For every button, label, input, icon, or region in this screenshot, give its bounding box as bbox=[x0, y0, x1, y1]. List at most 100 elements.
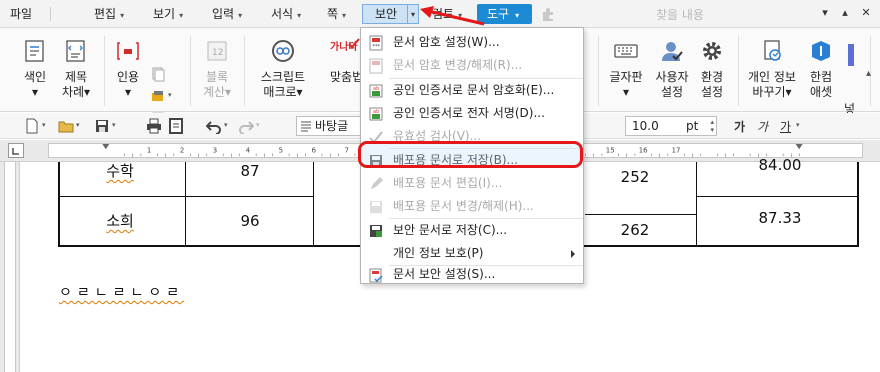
underline-button[interactable]: 가 bbox=[780, 118, 791, 135]
search-input[interactable]: 찾을 내용 bbox=[656, 6, 704, 23]
menu-item-edit-distribution[interactable]: 배포용 문서 편집(I)... bbox=[361, 172, 583, 195]
vertical-ruler[interactable] bbox=[0, 162, 20, 372]
menu-security[interactable]: 보안 bbox=[362, 4, 408, 24]
undo-icon[interactable] bbox=[206, 118, 222, 134]
toc-icon bbox=[66, 40, 85, 62]
search-up-icon[interactable]: ▴ bbox=[837, 4, 853, 22]
ruler-tab-selector[interactable] bbox=[8, 143, 24, 158]
redo-dropdown[interactable]: ▾ bbox=[256, 121, 260, 129]
ruler-number: 3 bbox=[213, 147, 217, 155]
menu-edit[interactable]: 편집 ▾ bbox=[94, 5, 124, 23]
ruler-left-indent-marker[interactable] bbox=[102, 144, 110, 150]
privacy-change-button[interactable]: 개인 정보 바꾸기▾ bbox=[744, 28, 800, 112]
bold-button[interactable]: 가 bbox=[734, 118, 745, 135]
highlight-pen-icon[interactable] bbox=[150, 88, 166, 104]
underline-dropdown[interactable]: ▾ bbox=[796, 121, 800, 129]
table-cell[interactable]: 소희 bbox=[90, 210, 150, 231]
svg-text:ab: ab bbox=[373, 86, 379, 92]
menu-item-cert-encrypt[interactable]: ab 공인 인증서로 문서 암호화(E)... bbox=[361, 79, 583, 102]
table-cell[interactable]: 262 bbox=[605, 221, 665, 239]
ribbon-separator bbox=[244, 36, 245, 106]
citation-button[interactable]: 인용 ▾ bbox=[110, 28, 146, 112]
ribbon-collapse-icon[interactable]: ▴ bbox=[866, 68, 871, 79]
table-cell[interactable]: 96 bbox=[220, 212, 280, 230]
spellcheck-button[interactable]: 가나다 맞춤법 bbox=[328, 28, 362, 112]
table-cell[interactable]: 87.33 bbox=[750, 209, 810, 227]
print-icon[interactable] bbox=[146, 118, 162, 134]
font-size-spinner[interactable]: ▴ ▾ bbox=[710, 118, 714, 134]
addon-icon[interactable] bbox=[540, 6, 556, 22]
menu-item-set-password[interactable]: *** 문서 암호 설정(W)... bbox=[361, 31, 583, 54]
redo-icon[interactable] bbox=[238, 118, 254, 134]
annotation-highlight-ring bbox=[358, 141, 583, 168]
save-dropdown[interactable]: ▾ bbox=[112, 121, 116, 129]
vertical-ruler-strip bbox=[4, 162, 16, 372]
security-settings-icon bbox=[369, 268, 383, 283]
menu-separator bbox=[50, 7, 51, 21]
citation-icon bbox=[117, 42, 139, 60]
body-text[interactable]: ㅇㄹㄴㄹㄴㅇㄹ bbox=[59, 282, 184, 302]
menu-view[interactable]: 보기 ▾ bbox=[153, 5, 183, 23]
table-row-line bbox=[696, 196, 859, 197]
table-cell[interactable]: 252 bbox=[605, 168, 665, 186]
menu-format[interactable]: 서식 ▾ bbox=[271, 5, 301, 23]
certificate-encrypt-icon: ab bbox=[369, 84, 383, 98]
italic-button[interactable]: 가 bbox=[757, 118, 768, 135]
script-macro-button[interactable]: 스크립트 매크로▾ bbox=[254, 28, 312, 112]
close-icon[interactable]: ✕ bbox=[858, 4, 874, 22]
password-change-icon bbox=[369, 58, 383, 74]
svg-text:ab: ab bbox=[373, 109, 379, 115]
ribbon-separator bbox=[598, 36, 599, 106]
new-document-dropdown[interactable]: ▾ bbox=[42, 121, 46, 129]
gear-icon bbox=[703, 42, 721, 60]
highlight-dropdown[interactable]: ▾ bbox=[168, 91, 172, 99]
new-document-icon[interactable] bbox=[24, 118, 40, 134]
script-macro-label: 스크립트 매크로▾ bbox=[260, 70, 306, 99]
open-folder-icon[interactable] bbox=[58, 118, 74, 134]
table-cell[interactable]: 84.00 bbox=[750, 156, 810, 174]
menu-item-privacy-protection[interactable]: 개인 정보 보호(P) bbox=[361, 242, 583, 265]
save-icon[interactable] bbox=[94, 118, 110, 134]
search-down-icon[interactable]: ▾ bbox=[817, 4, 833, 22]
font-size-unit: pt bbox=[686, 119, 699, 133]
font-size-combo[interactable]: 10.0 pt ▴ ▾ bbox=[625, 116, 717, 136]
menu-page[interactable]: 쪽 ▾ bbox=[327, 5, 346, 23]
block-calc-button[interactable]: 12 블록 계산▾ bbox=[196, 28, 238, 112]
menu-item-save-secure[interactable]: 보안 문서로 저장(C)... bbox=[361, 219, 583, 242]
menu-file[interactable]: 파일 bbox=[10, 5, 32, 23]
menu-item-change-password[interactable]: 문서 암호 변경/해제(R)... bbox=[361, 54, 583, 77]
menu-item-change-distribution[interactable]: 배포용 문서 변경/해제(H)... bbox=[361, 195, 583, 218]
keyboard-button[interactable]: 글자판 ▾ bbox=[604, 28, 648, 112]
undo-dropdown[interactable]: ▾ bbox=[224, 121, 228, 129]
ribbon-partial-icon[interactable] bbox=[846, 44, 856, 66]
annotation-arrow-icon bbox=[420, 6, 485, 26]
ruler-right-indent-marker[interactable] bbox=[795, 144, 803, 150]
index-label: 색인 ▾ bbox=[23, 70, 47, 99]
style-combo[interactable]: 바탕글 bbox=[296, 116, 366, 136]
ruler-number: 4 bbox=[246, 147, 251, 155]
menu-input[interactable]: 입력 ▾ bbox=[212, 5, 242, 23]
toc-button[interactable]: 제목 차례▾ bbox=[56, 28, 96, 112]
ruler-number: 2 bbox=[180, 147, 184, 155]
open-folder-dropdown[interactable]: ▾ bbox=[76, 121, 80, 129]
table-cell[interactable]: 수학 bbox=[90, 160, 150, 181]
index-button[interactable]: 색인 ▾ bbox=[14, 28, 56, 112]
hancom-assistant-button[interactable]: 한컴 애셋 bbox=[804, 28, 838, 112]
print-preview-icon[interactable] bbox=[168, 118, 184, 134]
menu-item-security-settings[interactable]: 문서 보안 설정(S)... bbox=[361, 266, 583, 284]
block-calc-label: 블록 계산▾ bbox=[202, 70, 232, 99]
style-value: 바탕글 bbox=[315, 119, 349, 133]
env-settings-button[interactable]: 환경 설정 bbox=[692, 28, 732, 112]
password-document-icon: *** bbox=[369, 35, 383, 51]
user-settings-label: 사용자 설정 bbox=[655, 70, 689, 99]
keyboard-icon bbox=[614, 44, 638, 58]
ruler-number: 1 bbox=[147, 147, 151, 155]
user-settings-icon bbox=[662, 42, 683, 61]
user-settings-button[interactable]: 사용자 설정 bbox=[650, 28, 694, 112]
table-cell[interactable]: 87 bbox=[220, 162, 280, 180]
ruler-number: 17 bbox=[672, 147, 681, 155]
menu-item-cert-sign[interactable]: ab 공인 인증서로 전자 서명(D)... bbox=[361, 102, 583, 125]
copy-icon[interactable] bbox=[150, 66, 166, 82]
ruler-number: 16 bbox=[639, 147, 648, 155]
keyboard-label: 글자판 ▾ bbox=[609, 70, 643, 99]
